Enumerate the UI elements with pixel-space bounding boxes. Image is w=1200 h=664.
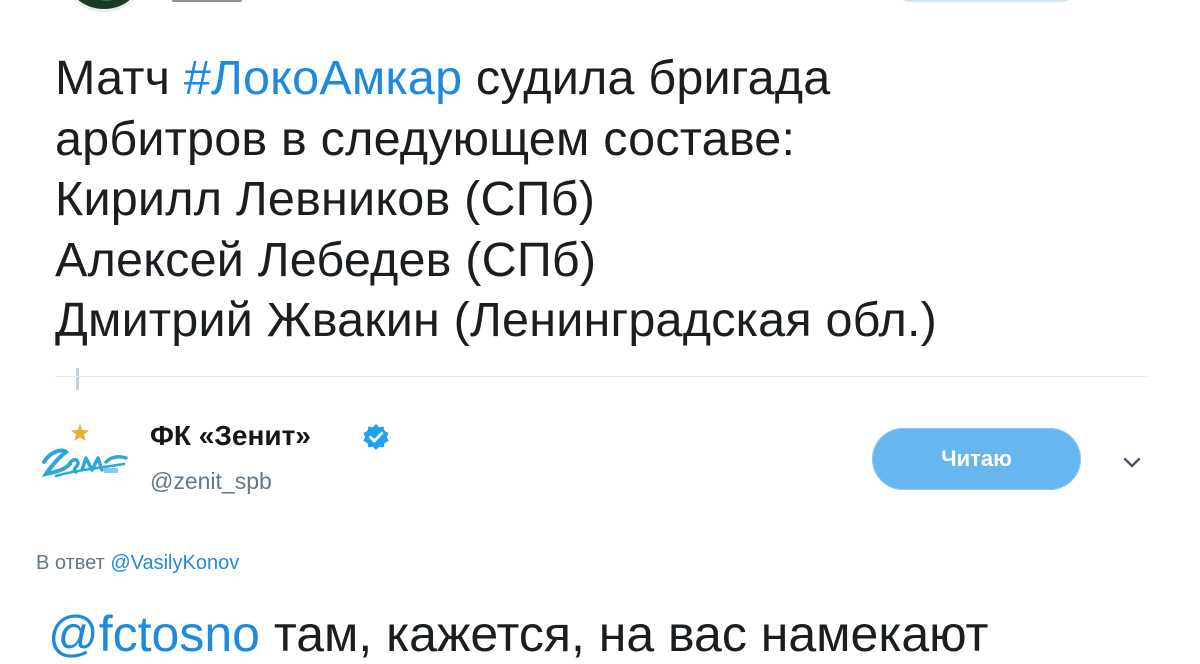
tweet-text: Матч #ЛокоАмкар судила бригада арбитров … [55, 48, 1175, 351]
original-tweet-follow-button[interactable] [898, 0, 1074, 2]
account-name[interactable]: ФК «Зенит» [150, 420, 311, 452]
tweet-line-5: Дмитрий Жвакин (Ленинградская обл.) [55, 293, 937, 347]
zenit-logo-icon[interactable] [36, 418, 132, 488]
verified-badge-icon [363, 424, 389, 450]
reply-to-line: В ответ @VasilyKonov [36, 552, 240, 574]
following-button[interactable]: Читаю [872, 428, 1081, 490]
divider [55, 376, 1150, 377]
reply-to-user-link[interactable]: @VasilyKonov [110, 552, 239, 574]
tweet-line-1: Матч #ЛокоАмкар судила бригада [55, 51, 831, 105]
account-handle[interactable]: @zenit_spb [150, 468, 272, 495]
original-tweet-author-name[interactable] [172, 0, 242, 2]
chevron-down-icon[interactable] [1118, 448, 1146, 476]
tweet-line-2: арбитров в следующем составе: [55, 111, 796, 166]
thread-connector [76, 368, 79, 390]
tweet-line-3: Кирилл Левников (СПб) [55, 172, 596, 226]
reply-mention-link[interactable]: @fctosno [48, 606, 260, 662]
original-tweet-avatar[interactable] [66, 0, 142, 12]
reply-text: @fctosno там, кажется, на вас намекают [48, 606, 989, 662]
tweet-line-4: Алексей Лебедев (СПб) [55, 232, 597, 287]
hashtag-link[interactable]: #ЛокоАмкар [184, 51, 462, 105]
